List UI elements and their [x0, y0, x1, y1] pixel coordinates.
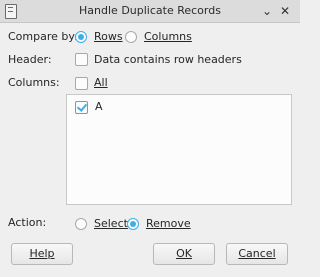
all-columns-checkbox-label[interactable]: All: [94, 76, 108, 89]
window-title: Handle Duplicate Records: [79, 4, 221, 17]
document-icon: [5, 4, 17, 19]
header-label: Header:: [8, 53, 52, 66]
help-button[interactable]: Help: [11, 243, 73, 265]
columns-list[interactable]: A: [66, 94, 292, 205]
all-columns-checkbox[interactable]: [75, 77, 88, 90]
remove-radio[interactable]: [127, 218, 139, 230]
columns-radio-label[interactable]: Columns: [144, 30, 192, 43]
select-radio[interactable]: [75, 218, 87, 230]
cancel-button-label: Cancel: [238, 247, 276, 260]
columns-radio[interactable]: [125, 31, 137, 43]
help-button-label: Help: [29, 247, 55, 260]
rows-radio[interactable]: [75, 31, 87, 43]
ok-button-label: OK: [176, 247, 192, 260]
row-headers-checkbox[interactable]: [75, 53, 88, 66]
list-item[interactable]: A: [67, 97, 291, 115]
cancel-button[interactable]: Cancel: [226, 243, 288, 265]
action-label: Action:: [8, 216, 47, 229]
column-a-label: A: [95, 100, 103, 113]
title-bar: Handle Duplicate Records ⌄ ✕: [0, 0, 300, 23]
ok-button[interactable]: OK: [153, 243, 215, 265]
column-a-checkbox[interactable]: [75, 101, 88, 114]
compare-by-label: Compare by:: [8, 30, 78, 43]
columns-label: Columns:: [8, 76, 60, 89]
rows-radio-label[interactable]: Rows: [94, 30, 123, 43]
close-icon[interactable]: ✕: [276, 2, 294, 20]
remove-radio-label[interactable]: Remove: [146, 217, 191, 230]
row-headers-checkbox-label[interactable]: Data contains row headers: [94, 53, 242, 66]
select-radio-label[interactable]: Select: [94, 217, 128, 230]
chevron-down-icon[interactable]: ⌄: [258, 2, 276, 20]
